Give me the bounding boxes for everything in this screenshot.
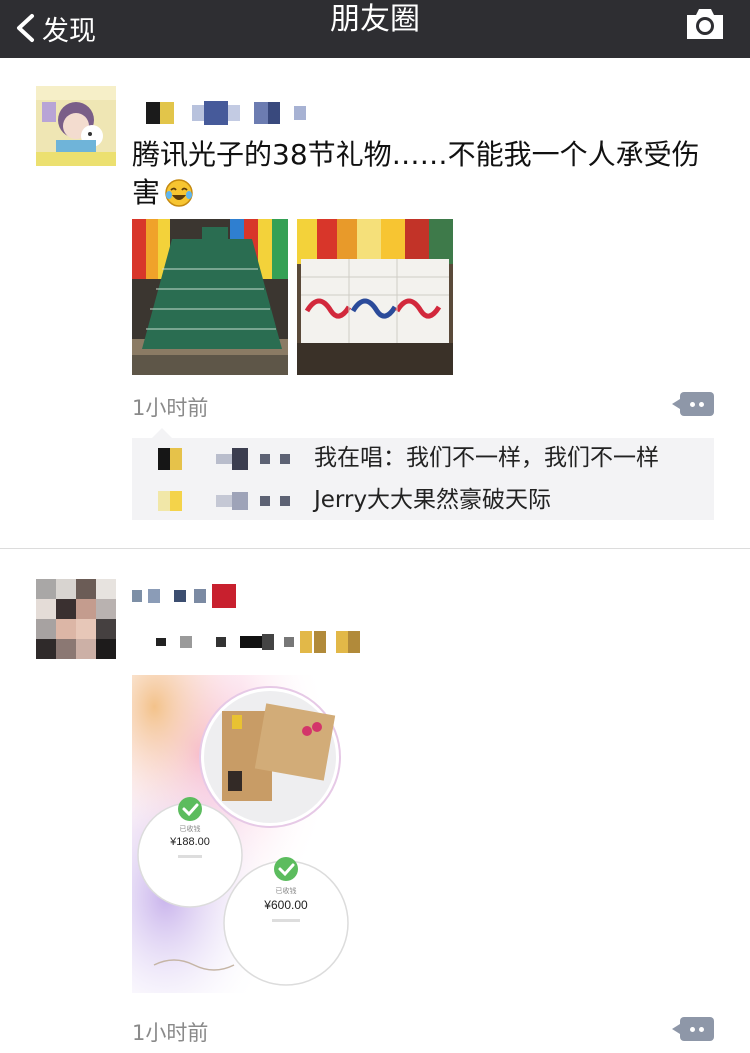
comment-text: 我在唱：我们不一样，我们不一样: [314, 445, 659, 471]
moment-post: 腾讯光子的38节礼物……不能我一个人承受伤害 1小时前 我在唱：我们不一样，我们…: [0, 58, 750, 548]
avatar[interactable]: [36, 86, 116, 166]
comment-icon[interactable]: [672, 1017, 714, 1041]
post-time: 1小时前: [132, 1021, 209, 1045]
receipt-amount: ¥188.00: [169, 836, 210, 848]
post-text: 腾讯光子的38节礼物……不能我一个人承受伤害: [132, 138, 700, 209]
commenter-name[interactable]: [158, 448, 290, 470]
comment-item[interactable]: 我在唱：我们不一样，我们不一样: [132, 438, 714, 478]
commenter-name[interactable]: [158, 490, 290, 512]
laughing-crying-emoji-icon: [165, 179, 193, 207]
back-label: 发现: [42, 15, 96, 47]
moment-post: 已收钱 ¥188.00 已收钱 ¥600.00 1小时前: [0, 549, 750, 1053]
camera-icon[interactable]: [684, 6, 726, 42]
post-time: 1小时前: [132, 396, 209, 420]
comments-section: 我在唱：我们不一样，我们不一样 Jerry大大果然豪破天际: [132, 428, 714, 520]
username[interactable]: [146, 100, 306, 126]
post-photo-collage[interactable]: 已收钱 ¥188.00 已收钱 ¥600.00: [132, 675, 356, 993]
post-photo-gift-boxes-table[interactable]: [297, 219, 453, 375]
comment-item[interactable]: Jerry大大果然豪破天际: [132, 480, 714, 520]
post-photo-gift-boxes-pyramid[interactable]: [132, 219, 288, 375]
comment-icon[interactable]: [672, 392, 714, 416]
receipt-amount: ¥600.00: [263, 898, 308, 912]
chevron-left-icon: [17, 14, 34, 42]
comment-text: Jerry大大果然豪破天际: [314, 487, 552, 513]
receipt-status: 已收钱: [180, 824, 201, 833]
username[interactable]: [132, 581, 236, 611]
avatar[interactable]: [36, 579, 116, 659]
page-title: 朋友圈: [330, 2, 420, 37]
back-button[interactable]: 发现: [14, 4, 96, 52]
top-nav-bar: 发现 朋友圈: [0, 0, 750, 58]
receipt-status: 已收钱: [276, 886, 297, 895]
post-text-blurred: [156, 629, 360, 655]
